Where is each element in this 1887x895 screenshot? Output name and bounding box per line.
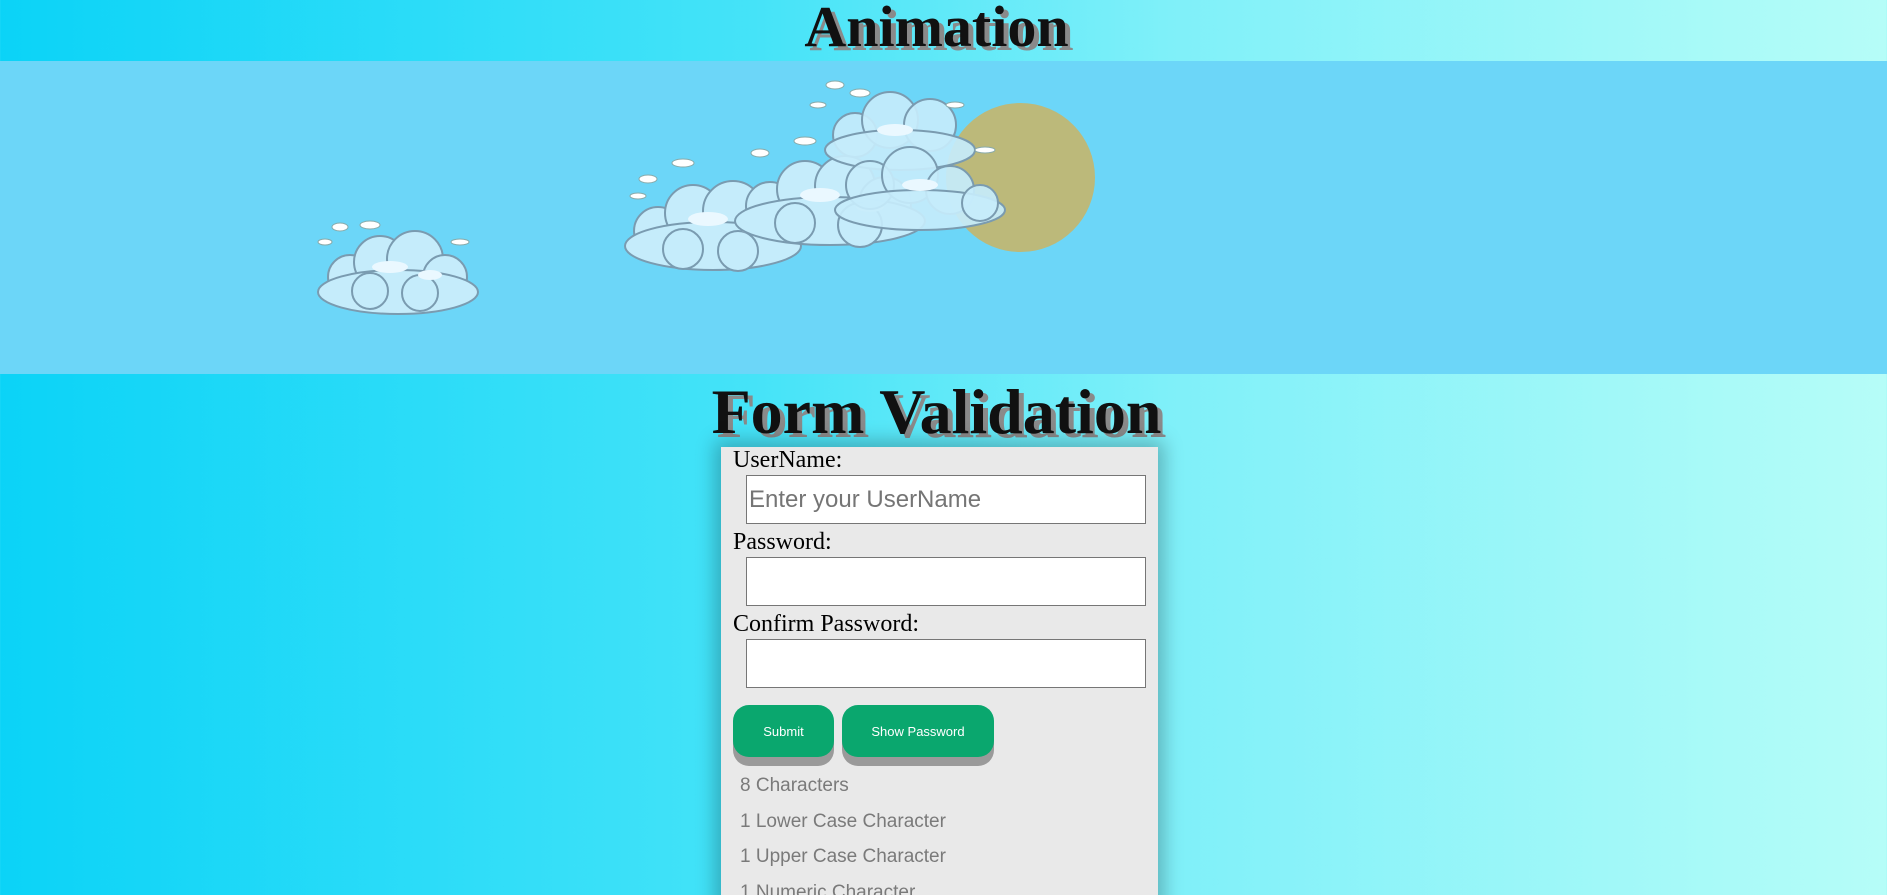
rule-item: 8 Characters [740, 775, 849, 796]
confirm-password-label: Confirm Password: [733, 611, 919, 637]
animation-sky [0, 61, 1887, 374]
username-input[interactable] [746, 475, 1146, 524]
cloud-icon [809, 80, 1006, 231]
password-label: Password: [733, 529, 832, 555]
username-label: UserName: [733, 447, 843, 473]
show-password-button[interactable]: Show Password [842, 705, 994, 757]
rule-item: 1 Numeric Character [740, 882, 916, 895]
form-validation-title: Form Validation [711, 376, 1162, 447]
confirm-password-input[interactable] [746, 639, 1146, 688]
animation-title: Animation [804, 0, 1069, 59]
rule-item: 1 Upper Case Character [740, 846, 946, 867]
rule-item: 1 Lower Case Character [740, 811, 946, 832]
password-input[interactable] [746, 557, 1146, 606]
form-panel: UserName: Password: Confirm Password: Su… [721, 447, 1158, 895]
cloud-icon [317, 220, 479, 315]
submit-button[interactable]: Submit [733, 705, 834, 757]
